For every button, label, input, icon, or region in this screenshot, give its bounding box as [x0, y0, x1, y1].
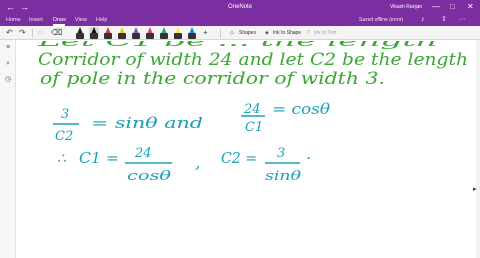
highlighter-yellow[interactable] [173, 27, 183, 39]
pen-blue[interactable] [187, 27, 197, 39]
share-icon[interactable]: ⇧ [441, 15, 447, 25]
ribbon-separator [220, 29, 221, 38]
eq1-denominator: C2 [55, 129, 73, 144]
notifications-icon[interactable]: ♪ [421, 15, 425, 25]
close-button[interactable]: ✕ [467, 1, 474, 13]
mouse-cursor-icon: ▸ [473, 186, 477, 193]
pen-body [118, 33, 126, 39]
shapes-icon: ◇ [230, 30, 234, 36]
ink-to-shape-button[interactable]: Ink to Shape [273, 28, 301, 38]
recent-icon[interactable]: ◷ [0, 75, 16, 85]
add-pen-icon[interactable]: + [203, 28, 208, 38]
therefore-symbol: ∴ [57, 151, 66, 167]
pen-body [174, 33, 182, 39]
c2-numerator: 3 [277, 146, 285, 161]
pen-pink[interactable] [145, 27, 155, 39]
pen-body [188, 33, 196, 39]
eq1-rhs: = sinθ and [91, 114, 203, 132]
pen-body [160, 33, 168, 39]
draw-ribbon: ↶ ↷ ◌ ⌫ + ◇ Shapes ◈ Ink to Shape T Ink … [0, 26, 480, 40]
more-options-icon[interactable]: ··· [459, 15, 466, 25]
minimize-button[interactable]: — [432, 1, 440, 13]
ink-to-text-icon: T [307, 30, 311, 36]
c2-lhs: C2 = [221, 149, 257, 167]
ribbon-separator [32, 29, 33, 38]
c2-denominator: sinθ [265, 169, 301, 184]
comma: , [195, 153, 200, 173]
pen-yellow[interactable] [117, 27, 127, 39]
maximize-button[interactable]: □ [450, 1, 455, 13]
pen-red[interactable] [103, 27, 113, 39]
pen-body [76, 33, 84, 39]
c1-denominator: cosθ [127, 169, 171, 184]
search-icon[interactable]: ⌕ [0, 59, 16, 69]
pen-teal[interactable] [159, 27, 169, 39]
pen-body [90, 33, 98, 39]
c1-numerator: 24 [134, 146, 152, 161]
pen-purple[interactable] [131, 27, 141, 39]
tab-home[interactable]: Home [6, 15, 21, 25]
c1-lhs: C1 = [79, 149, 119, 167]
tab-insert[interactable]: Insert [29, 15, 43, 25]
ink-line-1: Let C1 be ... the length [36, 41, 438, 50]
lasso-select-icon[interactable]: ◌ [38, 28, 43, 38]
vertical-scrollbar[interactable] [476, 40, 480, 258]
sync-status[interactable]: Saved offline (error) [359, 15, 403, 25]
ink-to-shape-icon: ◈ [265, 30, 269, 36]
pen-body [132, 33, 140, 39]
note-canvas[interactable]: Let C1 be ... the length Corridor of wid… [17, 41, 476, 258]
user-name[interactable]: Vikash Ranjan [390, 2, 422, 12]
eq2-denominator: C1 [245, 120, 263, 135]
eq2-numerator: 24 [243, 102, 261, 117]
pen-black[interactable] [75, 27, 85, 39]
tab-help[interactable]: Help [96, 15, 107, 25]
eq1-numerator: 3 [61, 107, 69, 122]
pen-body [146, 33, 154, 39]
pen-black-selected[interactable] [89, 27, 99, 39]
tab-view[interactable]: View [75, 15, 87, 25]
navigation-sidebar: ≡ ⌕ ◷ [0, 40, 16, 258]
undo-icon[interactable]: ↶ [6, 28, 13, 38]
ink-to-text-button[interactable]: Ink to Text [314, 28, 337, 38]
eraser-icon[interactable]: ⌫ [51, 28, 62, 38]
hamburger-menu-icon[interactable]: ≡ [0, 43, 16, 53]
shapes-button[interactable]: Shapes [239, 28, 256, 38]
period: . [306, 144, 311, 163]
ink-line-2: Corridor of width 24 and let C2 be the l… [38, 50, 468, 70]
pen-body [104, 33, 112, 39]
menu-bar: Home Insert Draw View Help Saved offline… [0, 14, 480, 26]
ink-line-3: of pole in the corridor of width 3. [40, 69, 385, 89]
title-bar: ← → OneNote Vikash Ranjan — □ ✕ [0, 0, 480, 14]
redo-icon[interactable]: ↷ [19, 28, 26, 38]
eq2-rhs: = cosθ [272, 100, 330, 118]
